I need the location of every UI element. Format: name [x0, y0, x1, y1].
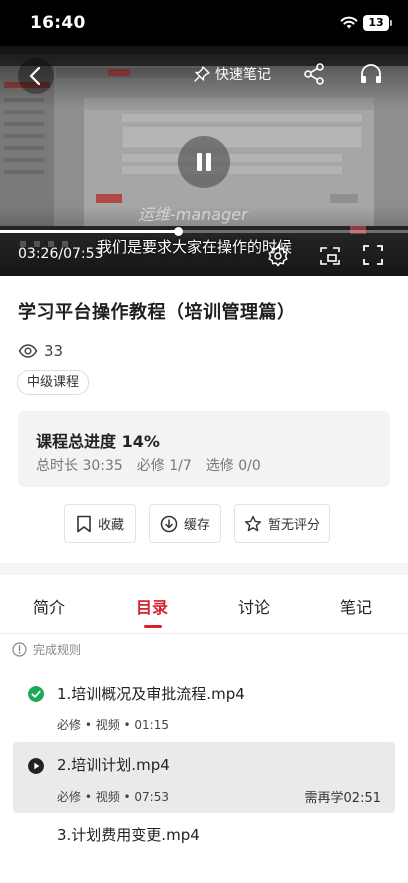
- lesson-title: 1.培训概况及审批流程.mp4: [57, 685, 245, 703]
- quick-notes-button[interactable]: 快速笔记: [193, 62, 271, 86]
- tab-intro[interactable]: 简介: [33, 594, 65, 618]
- status-time: 16:40: [30, 13, 86, 33]
- progress-card: 课程总进度 14% 总时长 30:35 必修 1/7 选修 0/0: [18, 411, 390, 487]
- status-bar: 16:40 13: [0, 0, 408, 46]
- settings-button[interactable]: [266, 244, 290, 268]
- download-icon: [160, 515, 178, 532]
- pause-button[interactable]: [178, 136, 230, 188]
- view-count: 33: [18, 341, 63, 361]
- chevron-left-icon: [29, 66, 41, 86]
- rate-button[interactable]: 暂无评分: [234, 504, 330, 543]
- lesson-meta: 必修 • 视频 • 07:53: [57, 790, 169, 804]
- collect-label: 收藏: [97, 518, 124, 533]
- audio-mode-button[interactable]: [358, 61, 384, 87]
- video-progress-handle[interactable]: [173, 227, 183, 236]
- completion-rules-label: 完成规则: [33, 642, 82, 657]
- back-button[interactable]: [18, 58, 54, 94]
- fullscreen-button[interactable]: [362, 244, 384, 266]
- tab-catalog[interactable]: 目录: [136, 594, 168, 618]
- pin-icon: [194, 66, 210, 82]
- pip-button[interactable]: [318, 244, 342, 268]
- check-circle-icon: [28, 686, 44, 702]
- headphones-icon: [361, 64, 381, 83]
- video-player[interactable]: 快速笔记 运维-manager 我们是要求大家在操作的时候 03:26/07:5…: [0, 46, 408, 276]
- eye-icon: [18, 344, 38, 358]
- wifi-icon: [340, 16, 358, 29]
- lesson-meta: 必修 • 视频 • 01:15: [57, 718, 169, 732]
- level-tag: 中级课程: [17, 370, 90, 395]
- required-progress: 必修 1/7: [136, 458, 192, 474]
- video-subtitle: 我们是要求大家在操作的时候: [97, 238, 293, 256]
- total-duration: 总时长 30:35: [36, 458, 123, 474]
- course-title: 学习平台操作教程（培训管理篇）: [18, 302, 296, 323]
- video-progress-fill: [0, 230, 178, 233]
- collect-button[interactable]: 收藏: [64, 504, 136, 543]
- rate-label: 暂无评分: [267, 518, 320, 533]
- gear-icon: [268, 245, 288, 267]
- quick-notes-label: 快速笔记: [215, 67, 271, 83]
- pip-icon: [320, 247, 340, 265]
- completion-rules-link[interactable]: 完成规则: [12, 640, 81, 658]
- view-count-value: 33: [44, 342, 64, 360]
- tabs-divider: [0, 633, 408, 634]
- elective-progress: 选修 0/0: [205, 458, 261, 474]
- progress-title: 课程总进度 14%: [36, 432, 160, 451]
- progress-meta: 总时长 30:35 必修 1/7 选修 0/0: [36, 455, 261, 475]
- tab-discussion[interactable]: 讨论: [238, 594, 270, 618]
- tab-notes[interactable]: 笔记: [340, 594, 372, 618]
- star-icon: [244, 515, 262, 531]
- lesson-item-active[interactable]: 2.培训计划.mp4 必修 • 视频 • 07:53 需再学02:51: [13, 742, 395, 813]
- play-circle-icon: [28, 758, 44, 774]
- lesson-item[interactable]: 1.培训概况及审批流程.mp4 必修 • 视频 • 01:15: [13, 670, 395, 740]
- section-divider: [0, 563, 408, 575]
- battery-indicator: 13: [363, 15, 392, 31]
- cache-button[interactable]: 缓存: [149, 504, 221, 543]
- bookmark-icon: [77, 515, 91, 532]
- info-icon: [12, 641, 27, 657]
- video-watermark: 运维-manager: [138, 205, 248, 224]
- tab-bar: 简介 目录 讨论 笔记: [0, 575, 408, 633]
- cache-label: 缓存: [183, 518, 210, 533]
- lesson-title: 3.计划费用变更.mp4: [57, 826, 200, 844]
- video-time: 03:26/07:53: [18, 246, 104, 262]
- share-button[interactable]: [302, 61, 328, 87]
- lesson-title: 2.培训计划.mp4: [57, 756, 170, 774]
- lesson-remaining: 需再学02:51: [304, 791, 381, 806]
- video-progress-bar[interactable]: [0, 227, 408, 236]
- lesson-item[interactable]: 3.计划费用变更.mp4: [13, 816, 395, 856]
- fullscreen-icon: [363, 245, 383, 265]
- tab-active-indicator: [144, 625, 162, 628]
- share-icon: [304, 63, 324, 85]
